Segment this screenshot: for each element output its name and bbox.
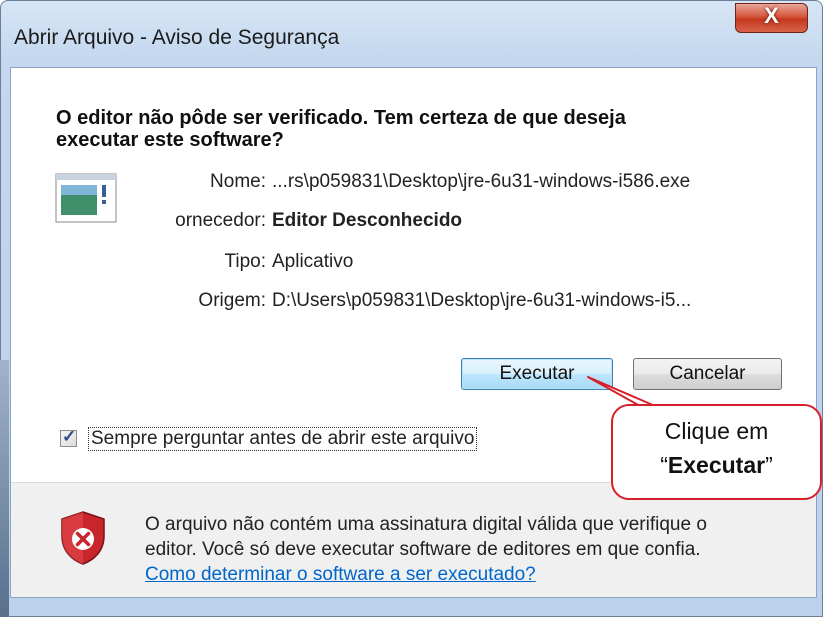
always-ask-label[interactable]: Sempre perguntar antes de abrir este arq…: [88, 427, 478, 451]
callout-quote-close: ”: [765, 452, 773, 478]
close-button[interactable]: X: [735, 3, 808, 33]
shield-error-icon: [61, 511, 105, 565]
footer-line2: editor. Você só deve executar software d…: [145, 539, 701, 560]
publisher-value[interactable]: Editor Desconhecido: [272, 210, 462, 232]
cancel-button-label: Cancelar: [669, 363, 746, 384]
callout-box: Clique em “Executar”: [611, 404, 822, 500]
origin-value: D:\Users\p059831\Desktop\jre-6u31-window…: [272, 290, 692, 311]
origin-label: Origem:: [198, 290, 266, 311]
window-title: Abrir Arquivo - Aviso de Segurança: [14, 26, 340, 49]
always-ask-checkbox[interactable]: ✓: [60, 427, 77, 447]
type-value: Aplicativo: [272, 251, 354, 272]
help-link[interactable]: Como determinar o software a ser executa…: [145, 562, 785, 587]
footer-line1: O arquivo não contém uma assinatura digi…: [145, 514, 707, 535]
footer-message: O arquivo não contém uma assinatura digi…: [145, 512, 785, 587]
check-icon: ✓: [62, 427, 77, 446]
run-button[interactable]: Executar: [461, 358, 613, 390]
name-label: Nome:: [210, 171, 266, 192]
background-edge: [0, 360, 9, 617]
callout-line1: Clique em: [664, 418, 769, 444]
warning-heading-line1: O editor não pôde ser verificado. Tem ce…: [56, 107, 626, 129]
app-window-icon: [55, 173, 117, 223]
warning-heading-line2: executar este software?: [56, 129, 284, 151]
publisher-label: ornecedor:: [175, 210, 266, 231]
callout-line2: “Executar”: [613, 452, 820, 479]
name-value: ...rs\p059831\Desktop\jre-6u31-windows-i…: [272, 171, 691, 192]
warning-heading: O editor não pôde ser verificado. Tem ce…: [56, 107, 776, 151]
type-label: Tipo:: [224, 251, 266, 272]
run-button-label: Executar: [499, 363, 575, 384]
cancel-button[interactable]: Cancelar: [633, 358, 782, 390]
close-icon: X: [764, 3, 779, 28]
callout-quote-open: “: [660, 452, 668, 478]
callout-bold: Executar: [667, 452, 766, 478]
